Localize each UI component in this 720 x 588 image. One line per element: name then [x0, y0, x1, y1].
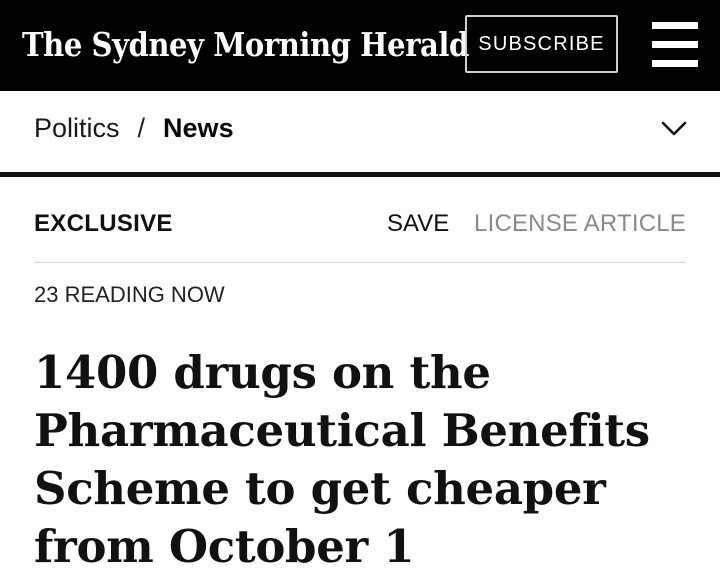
section-divider: [0, 172, 720, 177]
license-article-link[interactable]: LICENSE ARTICLE: [474, 210, 686, 238]
menu-bar: [652, 60, 698, 67]
breadcrumb-politics-link[interactable]: Politics: [34, 113, 120, 144]
masthead-logo[interactable]: The Sydney Morning Herald: [22, 20, 469, 70]
subscribe-button[interactable]: SUBSCRIBE: [465, 15, 618, 73]
breadcrumb: Politics / News: [34, 113, 234, 144]
exclusive-label: EXCLUSIVE: [34, 210, 173, 237]
site-header: The Sydney Morning Herald SUBSCRIBE: [0, 0, 720, 91]
menu-bar: [652, 41, 698, 48]
reading-now-count: 23 READING NOW: [34, 282, 225, 307]
chevron-down-icon[interactable]: [660, 119, 688, 139]
article-actions: EXCLUSIVE SAVE LICENSE ARTICLE: [34, 210, 686, 248]
breadcrumb-separator: /: [137, 113, 146, 143]
section-nav: Politics / News: [0, 91, 720, 173]
article-headline: 1400 drugs on the Pharmaceutical Benefit…: [34, 346, 650, 573]
save-button[interactable]: SAVE: [387, 210, 449, 238]
hamburger-menu-icon[interactable]: [652, 22, 698, 68]
menu-bar: [652, 22, 698, 29]
breadcrumb-news-link[interactable]: News: [163, 113, 234, 144]
actions-divider: [34, 262, 686, 263]
